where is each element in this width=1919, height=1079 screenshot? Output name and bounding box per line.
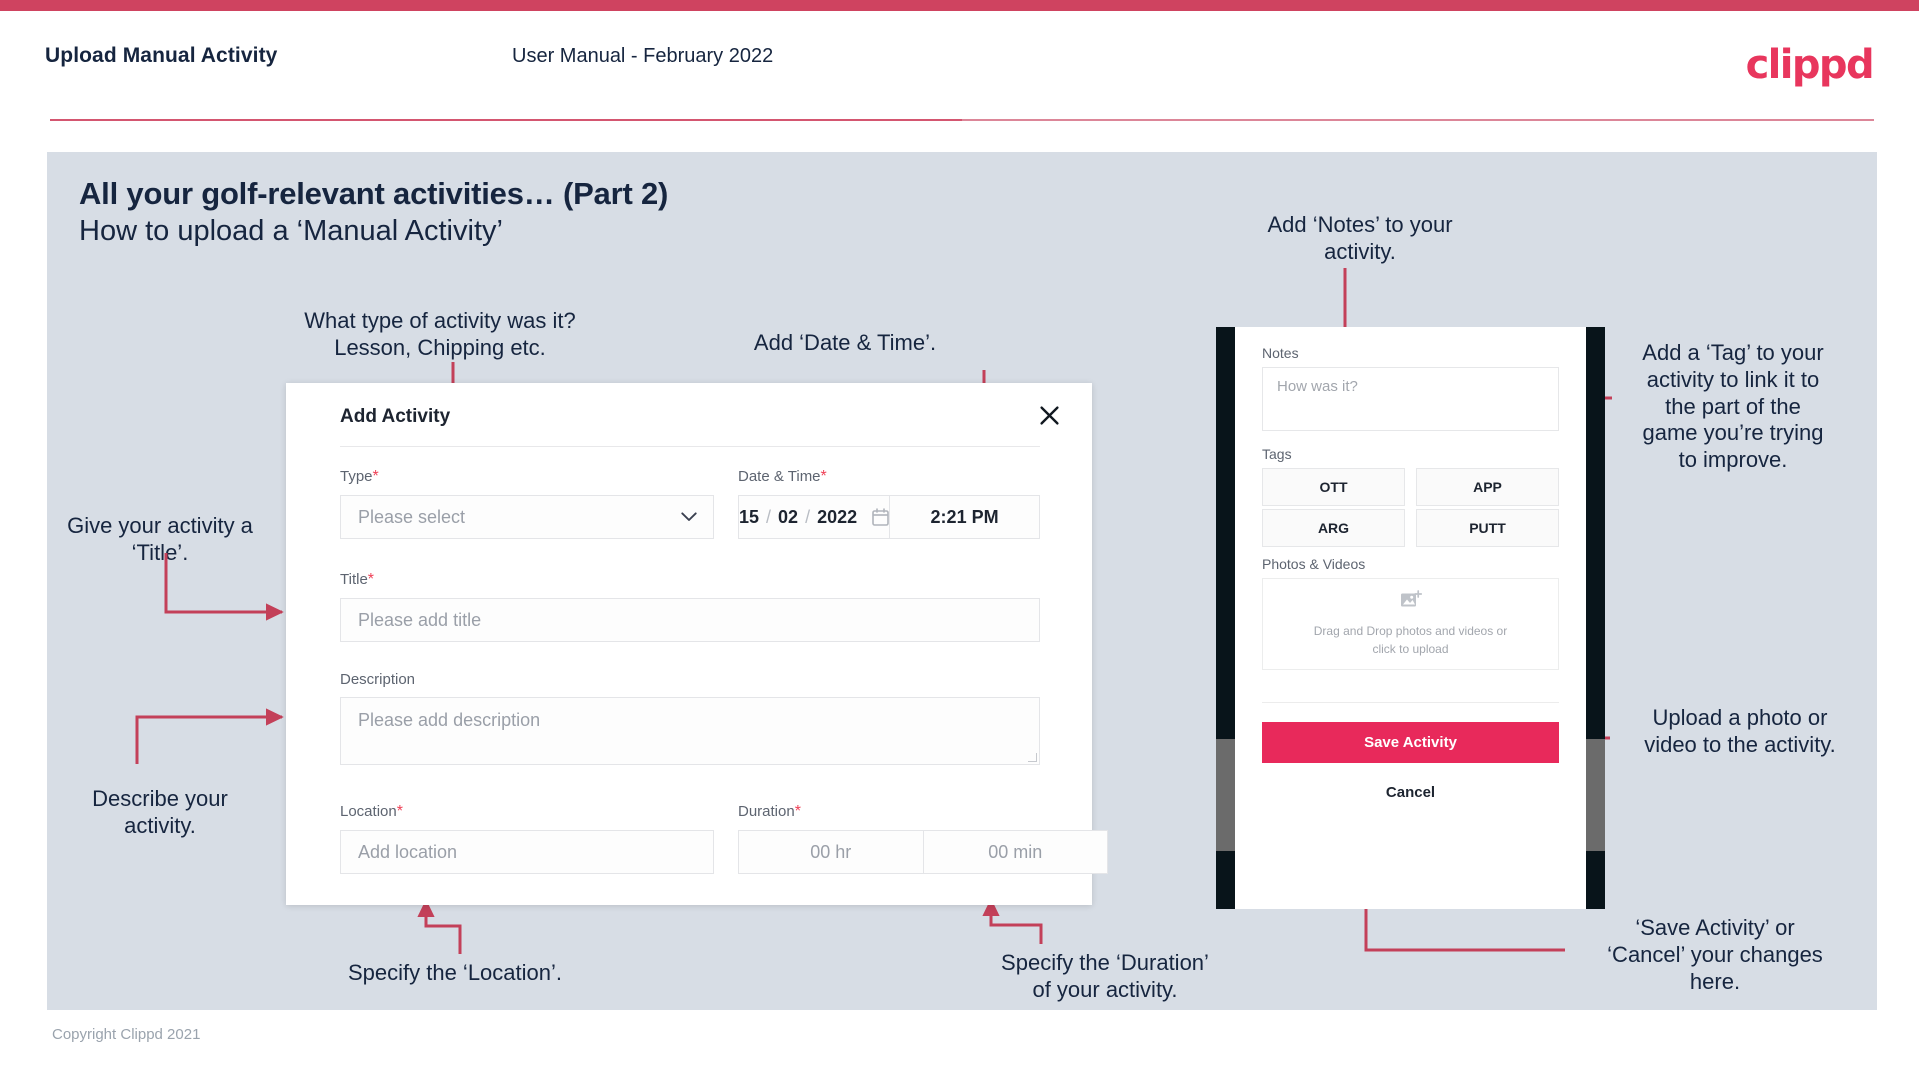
required-asterisk: *: [794, 803, 801, 820]
annotation-notes: Add ‘Notes’ to your activity.: [1267, 212, 1453, 264]
add-image-icon: [1400, 590, 1422, 615]
annotation-duration: Specify the ‘Duration’ of your activity.: [1001, 950, 1209, 1002]
dialog-title: Add Activity: [340, 406, 451, 427]
calendar-icon[interactable]: [872, 508, 889, 526]
annotation-description: Describe your activity.: [92, 786, 228, 838]
location-placeholder: Add location: [358, 841, 458, 862]
duration-hours-input[interactable]: 00 hr: [738, 830, 924, 874]
slide-page: Upload Manual Activity User Manual - Feb…: [0, 0, 1919, 1079]
description-placeholder: Please add description: [358, 710, 541, 730]
cancel-button[interactable]: Cancel: [1262, 777, 1559, 807]
annotation-datetime: Add ‘Date & Time’.: [753, 330, 937, 355]
duration-minutes-input[interactable]: 00 min: [922, 830, 1108, 874]
date-input[interactable]: 15 / 02 / 2022: [738, 495, 891, 539]
phone-frame-accent: [1586, 739, 1605, 851]
date-separator: /: [766, 506, 772, 527]
required-asterisk: *: [396, 803, 403, 820]
tag-button-ott[interactable]: OTT: [1262, 468, 1405, 506]
slide-heading: All your golf-relevant activities… (Part…: [79, 176, 669, 211]
time-value: 2:21 PM: [930, 506, 999, 527]
description-label: Description: [340, 671, 1040, 688]
time-input[interactable]: 2:21 PM: [889, 495, 1040, 539]
top-accent-bar: [0, 0, 1919, 11]
duration-field-group: Duration* 00 hr 00 min: [738, 803, 1108, 874]
date-year: 2022: [817, 506, 858, 527]
header-divider: [50, 119, 1874, 121]
location-input[interactable]: Add location: [340, 830, 714, 874]
required-asterisk: *: [820, 468, 827, 485]
datetime-label: Date & Time*: [738, 468, 1040, 486]
tag-label: PUTT: [1469, 520, 1506, 536]
type-select[interactable]: Please select: [340, 495, 714, 539]
description-label-text: Description: [340, 671, 416, 688]
type-label: Type*: [340, 468, 714, 486]
add-activity-dialog: Add Activity Type* Please select Date & …: [286, 383, 1108, 905]
location-label: Location*: [340, 803, 714, 821]
phone-frame-accent: [1216, 739, 1235, 851]
tag-label: ARG: [1317, 520, 1350, 536]
photo-upload-dropzone[interactable]: Drag and Drop photos and videos or click…: [1262, 578, 1559, 670]
type-field-group: Type* Please select: [340, 468, 714, 539]
slide-subheading: How to upload a ‘Manual Activity’: [79, 215, 503, 247]
resize-handle-icon[interactable]: [1028, 753, 1037, 762]
annotation-title: Give your activity a ‘Title’.: [67, 513, 253, 565]
date-month: 02: [778, 506, 799, 527]
notes-textarea[interactable]: How was it?: [1262, 367, 1559, 431]
annotation-type: What type of activity was it? Lesson, Ch…: [304, 308, 576, 360]
page-title: Upload Manual Activity: [45, 44, 278, 67]
title-input[interactable]: Please add title: [340, 598, 1040, 642]
photos-videos-label: Photos & Videos: [1262, 556, 1366, 572]
tag-label: OTT: [1319, 479, 1348, 495]
tag-button-arg[interactable]: ARG: [1262, 509, 1405, 547]
required-asterisk: *: [367, 571, 375, 588]
phone-divider: [1262, 702, 1559, 703]
dialog-divider: [340, 446, 1040, 447]
required-asterisk: *: [372, 468, 379, 485]
save-activity-button[interactable]: Save Activity: [1262, 722, 1559, 763]
duration-hours-placeholder: 00 hr: [810, 841, 852, 862]
title-label: Title*: [340, 571, 1040, 589]
duration-label-text: Duration: [738, 803, 795, 820]
duration-minutes-placeholder: 00 min: [988, 841, 1043, 862]
datetime-field-group: Date & Time* 15 / 02 / 2022 2:21 PM: [738, 468, 1040, 539]
description-textarea[interactable]: Please add description: [340, 697, 1040, 765]
notes-placeholder: How was it?: [1277, 378, 1358, 395]
type-label-text: Type: [340, 468, 373, 485]
phone-frame-left: [1216, 327, 1235, 909]
annotation-location: Specify the ‘Location’.: [347, 960, 563, 985]
tag-label: APP: [1473, 479, 1502, 495]
tags-label: Tags: [1262, 446, 1292, 462]
title-label-text: Title: [340, 571, 368, 588]
save-activity-label: Save Activity: [1364, 734, 1457, 751]
phone-mockup: Notes How was it? Tags OTT APP ARG PUTT …: [1216, 327, 1605, 909]
annotation-save: ‘Save Activity’ or ‘Cancel’ your changes…: [1607, 915, 1823, 994]
chevron-down-icon: [681, 509, 697, 526]
location-field-group: Location* Add location: [340, 803, 714, 874]
type-select-value: Please select: [358, 506, 466, 527]
phone-screen: Notes How was it? Tags OTT APP ARG PUTT …: [1235, 327, 1586, 909]
date-separator: /: [805, 506, 811, 527]
location-label-text: Location: [340, 803, 397, 820]
description-field-group: Description Please add description: [340, 671, 1040, 765]
notes-label: Notes: [1262, 345, 1299, 361]
title-field-group: Title* Please add title: [340, 571, 1040, 642]
datetime-label-text: Date & Time: [738, 468, 821, 485]
page-subtitle: User Manual - February 2022: [512, 45, 774, 67]
cancel-label: Cancel: [1385, 783, 1436, 801]
copyright-note: Copyright Clippd 2021: [52, 1026, 201, 1043]
close-icon[interactable]: [1032, 398, 1066, 432]
title-input-placeholder: Please add title: [358, 609, 482, 630]
annotation-tags: Add a ‘Tag’ to your activity to link it …: [1642, 340, 1824, 473]
clippd-logo: clippd: [1745, 42, 1875, 88]
phone-frame-right: [1586, 327, 1605, 909]
tag-button-app[interactable]: APP: [1416, 468, 1559, 506]
dialog-header: Add Activity: [286, 383, 1092, 446]
dropzone-text: Drag and Drop photos and videos or click…: [1313, 624, 1508, 656]
duration-label: Duration*: [738, 803, 1108, 821]
annotation-upload: Upload a photo or video to the activity.: [1644, 705, 1836, 757]
date-day: 15: [739, 506, 760, 527]
tag-button-putt[interactable]: PUTT: [1416, 509, 1559, 547]
